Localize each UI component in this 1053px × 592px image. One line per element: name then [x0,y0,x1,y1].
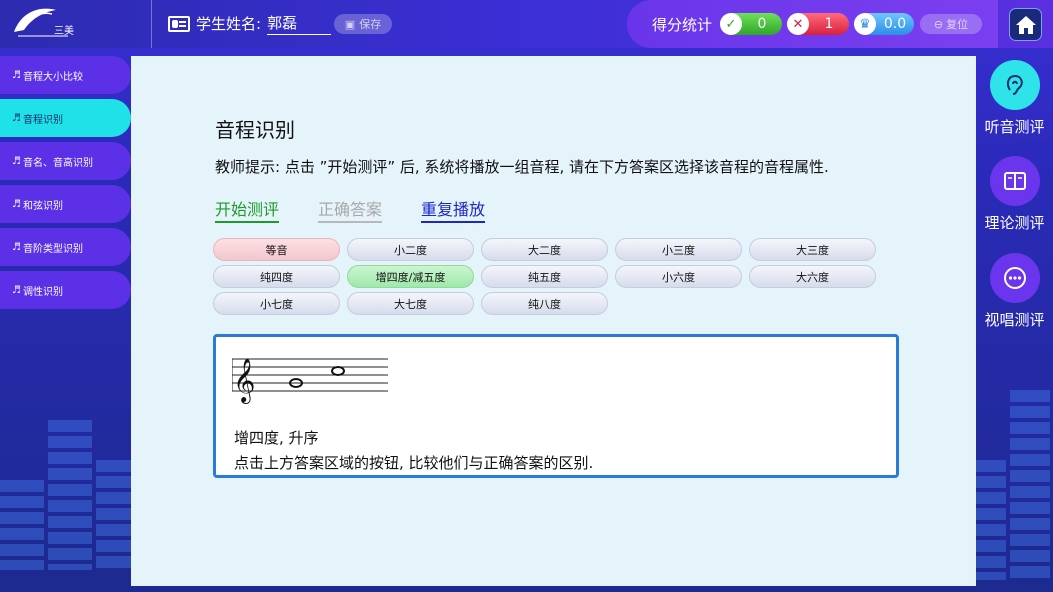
header-divider [151,0,152,48]
choice-major-third[interactable]: 大三度 [749,238,876,261]
svg-text:三美: 三美 [54,24,74,37]
equalizer-decoration-left [0,410,140,570]
save-icon: ▣ [344,17,356,31]
treble-clef-icon: 𝄞 [233,358,255,404]
score-badge: ♛ 0.0 [854,13,914,35]
student-label: 学生姓名: [196,15,262,33]
sidebar-item-scale-type[interactable]: ♬ 音阶类型识别 [0,228,131,266]
sidebar-item-interval-compare[interactable]: ♬ 音程大小比较 [0,56,131,94]
sidebar: ♬ 音程大小比较 ♬ 音程识别 ♬ 音名、音高识别 ♬ 和弦识别 ♬ 音阶类型识… [0,56,131,314]
choice-minor-sixth[interactable]: 小六度 [615,265,742,288]
teacher-hint: 教师提示: 点击 ”开始测评” 后, 系统将播放一组音程, 请在下方答案区选择该… [215,158,829,176]
nav-sight-singing-test[interactable]: 视唱测评 [976,253,1053,330]
sidebar-item-pitch-name[interactable]: ♬ 音名、音高识别 [0,142,131,180]
home-button[interactable] [1009,8,1042,41]
cross-icon: ✕ [787,13,809,35]
music-note-icon: ♬ [12,284,21,296]
score-label: 得分统计 [652,16,713,34]
trophy-icon: ♛ [854,13,876,35]
choice-perfect-fourth[interactable]: 纯四度 [213,265,340,288]
ear-icon [989,60,1040,110]
answer-box: 𝄞 增四度, 升序 点击上方答案区域的按钮, 比较他们与正确答案的区别. [213,334,899,478]
choice-major-seventh[interactable]: 大七度 [347,292,474,315]
student-name-field[interactable]: 郭磊 [267,12,332,35]
book-icon [989,156,1040,206]
page-title: 音程识别 [215,118,295,142]
correct-count: 0 [757,16,767,32]
more-icon [989,253,1040,303]
save-button[interactable]: ▣ 保存 [334,14,392,34]
music-note-icon: ♬ [12,69,21,81]
check-icon: ✓ [720,13,742,35]
music-note-icon: ♬ [12,155,21,167]
answer-description: 增四度, 升序 [234,429,319,447]
start-test-link[interactable]: 开始测评 [215,196,280,223]
score-value: 0.0 [883,16,907,32]
equalizer-decoration-right [976,380,1050,580]
home-icon [1015,15,1036,34]
music-note-icon: ♬ [12,112,21,124]
choice-perfect-fifth[interactable]: 纯五度 [481,265,608,288]
choice-minor-seventh[interactable]: 小七度 [213,292,340,315]
choice-minor-second[interactable]: 小二度 [347,238,474,261]
sidebar-item-interval-recognition[interactable]: ♬ 音程识别 [0,99,131,137]
choice-major-sixth[interactable]: 大六度 [749,265,876,288]
app-logo: 三美 [8,4,82,44]
music-note-icon: ♬ [12,198,21,210]
wrong-count-badge: ✕ 1 [787,13,849,35]
choice-unison[interactable]: 等音 [213,238,340,261]
main-panel: 音程识别 教师提示: 点击 ”开始测评” 后, 系统将播放一组音程, 请在下方答… [131,56,976,586]
sidebar-item-chord[interactable]: ♬ 和弦识别 [0,185,131,223]
choice-major-second[interactable]: 大二度 [481,238,608,261]
replay-link[interactable]: 重复播放 [421,196,486,223]
reset-button[interactable]: ⊖ 复位 [920,14,982,34]
wrong-count: 1 [824,16,834,32]
nav-listening-test[interactable]: 听音测评 [976,60,1053,137]
choice-tritone[interactable]: 增四度/减五度 [347,265,474,288]
music-note-icon: ♬ [12,241,21,253]
sidebar-item-tonality[interactable]: ♬ 调性识别 [0,271,131,309]
top-bar: 三美 学生姓名: 郭磊 ▣ 保存 得分统计 ✓ 0 ✕ 1 ♛ 0.0 ⊖ 复位 [0,0,1053,48]
choice-minor-third[interactable]: 小三度 [615,238,742,261]
id-card-icon [168,15,190,32]
student-info: 学生姓名: 郭磊 [168,12,332,35]
show-answer-link[interactable]: 正确答案 [318,196,383,223]
nav-theory-test[interactable]: 理论测评 [976,156,1053,233]
correct-count-badge: ✓ 0 [720,13,782,35]
note-upper [331,366,345,376]
choice-octave[interactable]: 纯八度 [481,292,608,315]
reset-icon: ⊖ [933,17,944,31]
music-staff: 𝄞 [232,358,388,404]
answer-instruction: 点击上方答案区域的按钮, 比较他们与正确答案的区别. [234,454,594,472]
answer-choices: 等音 小二度 大二度 小三度 大三度 纯四度 增四度/减五度 纯五度 小六度 大… [213,238,879,315]
